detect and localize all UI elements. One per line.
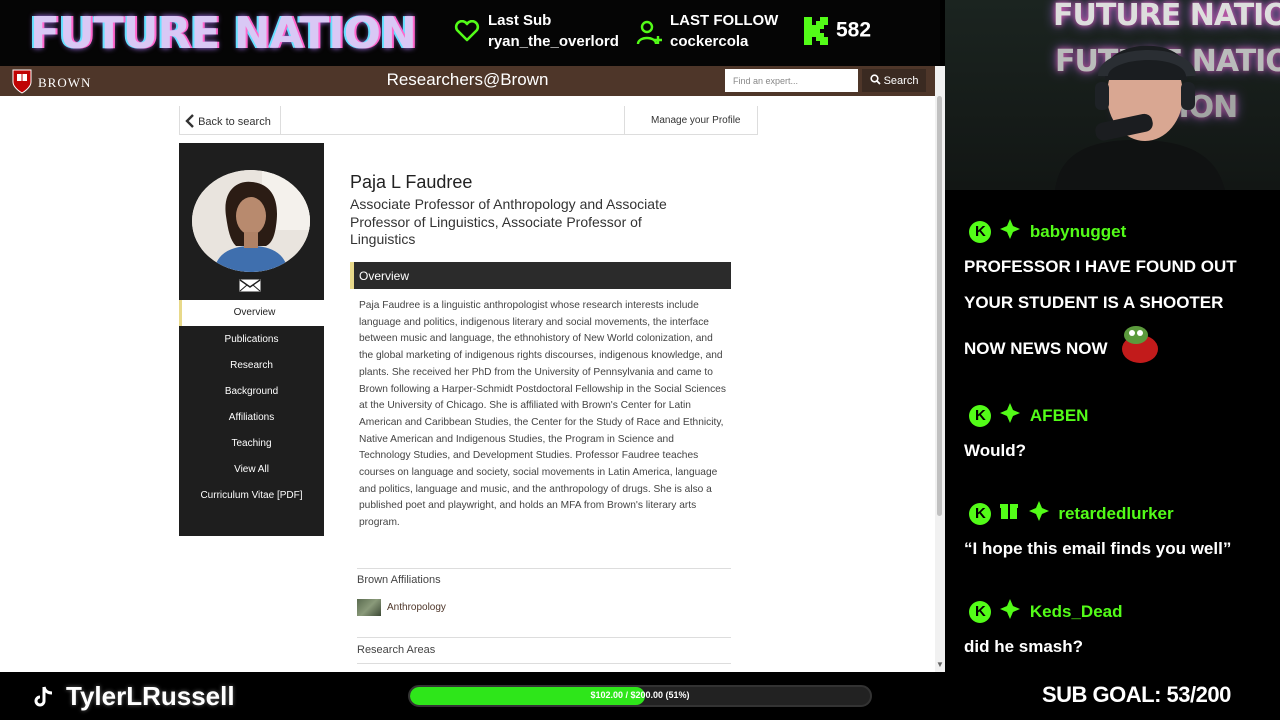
tiktok-icon [32,685,54,714]
chat-message: did he smash? [964,637,1084,656]
sidebar-item-background[interactable]: Background [179,386,324,397]
sub-goal-text: SUB GOAL: 53/200 [1042,682,1231,707]
stream-bottom-bar: TylerLRussell $102.00 / $200.00 (51%) SU… [0,672,1280,720]
sidebar-item-cv[interactable]: Curriculum Vitae [PDF] [179,490,324,501]
chat-username[interactable]: AFBEN [1030,406,1089,425]
kick-badge-icon [969,502,991,525]
chevron-left-icon [185,114,194,128]
chat-message: Would? [964,441,1026,460]
manage-profile-link[interactable]: Manage your Profile [651,115,741,126]
chat-username-row: retardedlurker [969,500,1174,525]
search-button-label: Search [883,75,919,87]
person-title: Associate Professor of Anthropology and … [350,196,667,247]
kick-follower-count: 582 [804,17,871,45]
search-input[interactable] [725,69,858,92]
sparkle-badge-icon [999,218,1021,245]
scroll-down-icon[interactable]: ▼ [936,660,944,669]
overview-heading: Overview [350,262,731,289]
chat-username[interactable]: retardedlurker [1058,504,1173,523]
brand-title: FUTURE NATION [30,8,417,59]
stream-top-bar: FUTURE NATION Last Sub ryan_the_overlord… [0,0,940,66]
affiliations-heading: Brown Affiliations [357,568,731,586]
chat-username-row: AFBEN [969,402,1089,427]
affiliation-thumbnail[interactable] [357,599,381,616]
kick-badge-icon [969,220,991,243]
back-link-label: Back to search [198,116,271,128]
sidebar-item-affiliations[interactable]: Affiliations [179,412,324,423]
kick-logo-icon [804,17,828,45]
email-icon[interactable] [239,279,261,297]
sparkle-badge-icon [999,598,1021,625]
donation-goal-bar: $102.00 / $200.00 (51%) [408,685,872,707]
chat-username-row: babynugget [969,218,1126,243]
last-sub-label: Last Sub [488,12,552,29]
sidebar-item-publications[interactable]: Publications [179,334,324,345]
add-user-icon [636,20,664,52]
chat-message: PROFESSOR I HAVE FOUND OUT YOUR STUDENT … [964,249,1264,378]
profile-photo [192,170,310,272]
kick-badge-icon [969,404,991,427]
person-name: Paja L Faudree [350,172,473,192]
divider [624,106,625,135]
sidebar-item-view-all[interactable]: View All [179,464,324,475]
last-sub-user: ryan_the_overlord [488,33,619,50]
search-button[interactable]: Search [862,69,926,92]
profile-sidebar: Overview Publications Research Backgroun… [179,143,324,536]
overview-text: Paja Faudree is a linguistic anthropolog… [359,300,726,529]
sparkle-badge-icon [1028,500,1050,527]
sparkle-badge-icon [999,402,1021,429]
chat-username[interactable]: babynugget [1030,222,1126,241]
sidebar-item-overview[interactable]: Overview [179,300,324,326]
back-to-search-link[interactable]: Back to search [185,114,271,128]
gift-badge-icon [999,501,1019,526]
affiliation-link[interactable]: Anthropology [387,602,446,613]
streamer-name: TylerLRussell [66,681,235,711]
browser-viewport: BROWN Researchers@Brown Search ▼ Back to… [0,66,945,672]
sidebar-item-label: Overview [233,307,276,318]
profile-nav-row: Back to search Manage your Profile [179,106,758,135]
search-icon [869,74,881,85]
overview-heading-label: Overview [359,269,410,283]
research-areas-heading: Research Areas [357,637,731,656]
webcam-feed: FUTURE NATION FUTURE NATION NATION [945,0,1280,190]
chat-message-text: PROFESSOR I HAVE FOUND OUT YOUR STUDENT … [964,257,1237,358]
kick-count: 582 [836,18,872,42]
last-follow-label: LAST FOLLOW [670,12,779,29]
chat-username-row: Keds_Dead [969,598,1123,623]
sidebar-item-teaching[interactable]: Teaching [179,438,324,449]
last-follow-user: cockercola [670,33,749,50]
site-header: BROWN Researchers@Brown Search [0,66,935,96]
chat-panel: babynugget PROFESSOR I HAVE FOUND OUT YO… [945,190,1280,672]
sidebar-item-research[interactable]: Research [179,360,324,371]
chat-username[interactable]: Keds_Dead [1030,602,1123,621]
heart-icon [454,19,480,48]
scrollbar-thumb[interactable] [937,96,942,516]
divider [357,663,731,664]
kick-badge-icon [969,600,991,623]
donation-goal-text: $102.00 / $200.00 (51%) [590,690,690,700]
chat-message: “I hope this email finds you well” [964,539,1232,558]
divider [280,106,281,135]
streamer-figure [1055,45,1225,190]
pepe-emote-icon [1118,321,1164,378]
